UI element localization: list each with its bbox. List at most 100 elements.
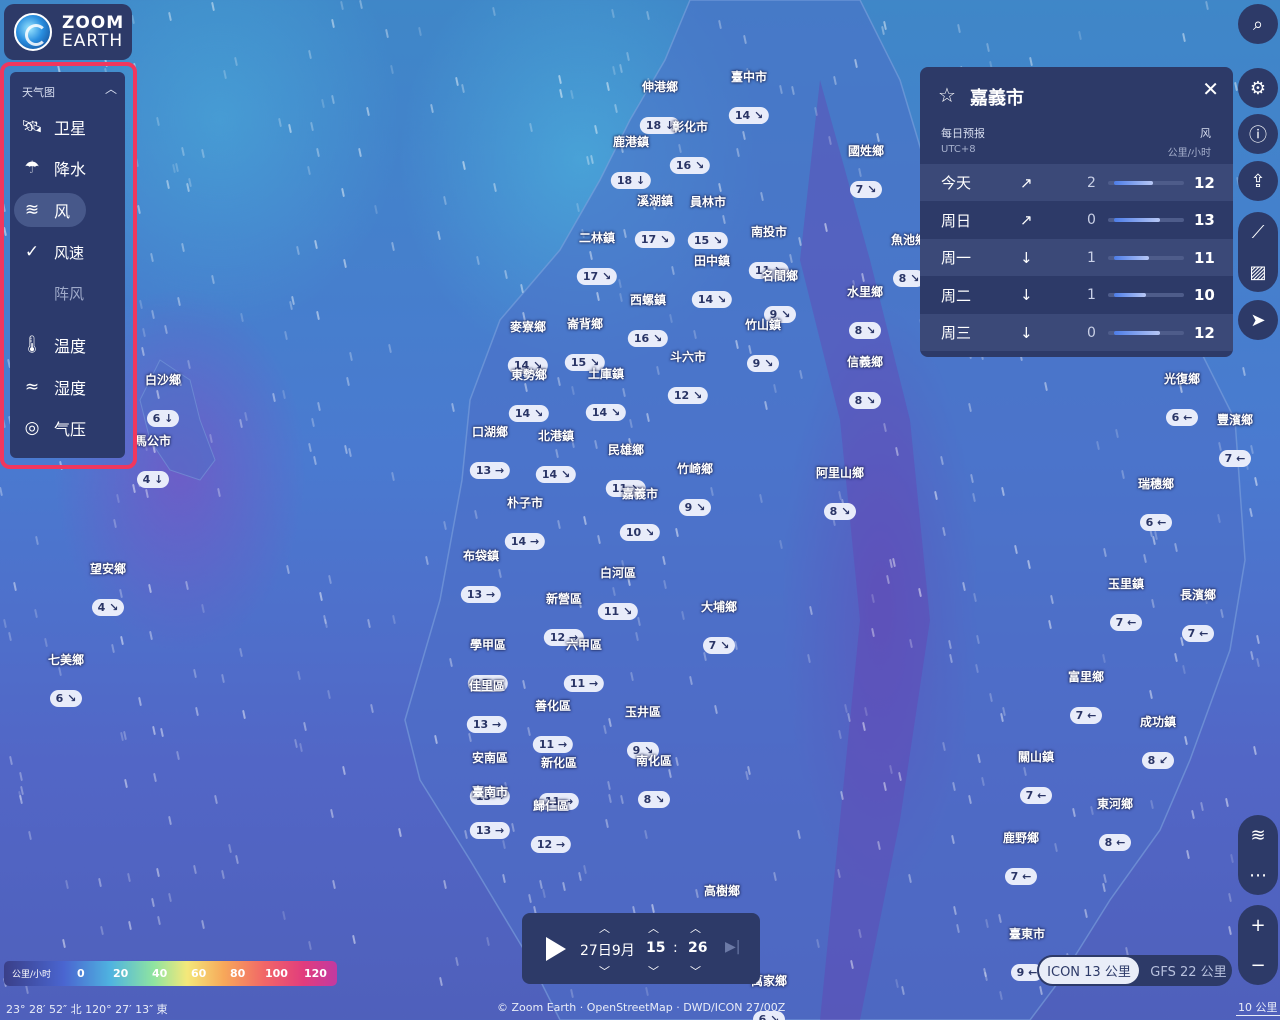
map-place-label[interactable]: 臺中市 14 ↘ <box>728 68 770 124</box>
map-place-label[interactable]: 崙背鄉 15 ↘ <box>564 315 606 371</box>
map-place-label[interactable]: 國姓鄉 7 ↘ <box>848 142 884 198</box>
zoom-earth-logo[interactable]: ZOOM EARTH <box>4 4 132 60</box>
wind-animation-button[interactable]: ≋ <box>1238 815 1278 855</box>
share-button[interactable]: ⇪ <box>1238 161 1278 201</box>
precipitation-icon: ☂ <box>24 158 40 178</box>
search-button[interactable]: ⌕ <box>1238 4 1278 44</box>
minute-value[interactable]: 26 <box>688 940 707 956</box>
forecast-row[interactable]: 今天 ↗ 2 12 <box>920 164 1233 201</box>
wind-speed-badge: 9 ↘ <box>678 499 712 516</box>
skip-forward-icon[interactable]: ▶| <box>725 939 740 955</box>
map-place-label[interactable]: 二林鎮 17 ↘ <box>576 229 618 285</box>
map-place-label[interactable]: 水里鄉 8 ↘ <box>847 283 883 339</box>
map-place-label[interactable]: 富里鄉 7 ← <box>1068 668 1104 724</box>
map-place-label[interactable]: 嘉義市 10 ↘ <box>619 485 661 541</box>
minute-down-chevron-icon[interactable]: ﹀ <box>690 963 701 979</box>
date-value[interactable]: 27日9月 <box>580 940 635 960</box>
hour-up-chevron-icon[interactable]: ︿ <box>648 920 659 936</box>
favorite-star-icon[interactable]: ☆ <box>938 83 956 107</box>
minute-up-chevron-icon[interactable]: ︿ <box>690 920 701 936</box>
map-place-label[interactable]: 土庫鎮 14 ↘ <box>585 365 627 421</box>
map-place-label[interactable]: 員林市 15 ↘ <box>687 193 729 249</box>
date-down-chevron-icon[interactable]: ﹀ <box>599 963 610 979</box>
map-place-label[interactable]: 東勢鄉 14 ↘ <box>508 366 550 422</box>
map-place-label[interactable]: 瑞穗鄉 6 ← <box>1138 475 1174 531</box>
zoom-out-button[interactable]: − <box>1238 945 1278 985</box>
zoom-in-button[interactable]: + <box>1238 905 1278 945</box>
place-name: 國姓鄉 <box>847 144 885 158</box>
forecast-range-fill <box>1114 218 1160 222</box>
map-place-label[interactable]: 臺南市 13 → <box>469 783 511 839</box>
map-place-label[interactable]: 望安鄉 4 ↘ <box>90 560 126 616</box>
locate-button[interactable]: ➤ <box>1238 300 1278 340</box>
forecast-range-bar <box>1108 218 1184 222</box>
map-place-label[interactable]: 歸仁區 12 → <box>530 797 572 853</box>
layer-precipitation[interactable]: ☂ 降水 <box>14 151 120 185</box>
map-place-label[interactable]: 西螺鎮 16 ↘ <box>627 291 669 347</box>
map-place-label[interactable]: 大埔鄉 7 ↘ <box>701 598 737 654</box>
map-place-label[interactable]: 六甲區 11 → <box>563 636 605 692</box>
map-place-label[interactable]: 阿里山鄉 8 ↘ <box>816 464 864 520</box>
collapse-chevron-icon[interactable]: ︿ <box>105 80 117 97</box>
forecast-row[interactable]: 周二 ↓ 1 10 <box>920 277 1233 314</box>
hour-down-chevron-icon[interactable]: ﹀ <box>648 963 659 979</box>
place-name: 竹崎鄉 <box>676 462 714 476</box>
map-place-label[interactable]: 善化區 11 → <box>532 697 574 753</box>
map-place-label[interactable]: 鹿野鄉 7 ← <box>1003 829 1039 885</box>
map-place-label[interactable]: 斗六市 12 ↘ <box>667 348 709 404</box>
wind-speed-badge: 4 ↘ <box>91 599 125 616</box>
map-place-label[interactable]: 朴子市 14 → <box>504 494 546 550</box>
map-place-label[interactable]: 彰化市 16 ↘ <box>669 118 711 174</box>
map-place-label[interactable]: 光復鄉 6 ← <box>1164 370 1200 426</box>
layer-humidity[interactable]: ≈ 湿度 <box>14 370 120 404</box>
hour-value[interactable]: 15 <box>646 940 665 956</box>
layer-wind[interactable]: ≋ 风 <box>14 193 86 227</box>
map-place-label[interactable]: 竹崎鄉 9 ↘ <box>677 460 713 516</box>
close-icon[interactable]: ✕ <box>1202 77 1219 101</box>
map-place-label[interactable]: 布袋鎮 13 → <box>460 547 502 603</box>
map-place-label[interactable]: 南化區 8 ↘ <box>636 752 672 808</box>
more-button[interactable]: ⋯ <box>1238 855 1278 895</box>
layer-satellite[interactable]: 🛰 卫星 <box>14 110 120 144</box>
map-place-label[interactable]: 玉井區 9 ↘ <box>625 703 661 759</box>
wind-speed-badge: 8 ↘ <box>848 392 882 409</box>
map-place-label[interactable]: 東河鄉 8 ← <box>1097 795 1133 851</box>
map-place-label[interactable]: 馬公市 4 ↓ <box>135 432 171 488</box>
map-place-label[interactable]: 白沙鄉 6 ↓ <box>145 371 181 427</box>
map-place-label[interactable]: 關山鎮 7 ← <box>1018 748 1054 804</box>
model-icon-option[interactable]: ICON 13 公里 <box>1039 957 1139 984</box>
layer-wind-speed[interactable]: ✓ 风速 <box>14 235 120 269</box>
map-place-label[interactable]: 名間鄉 9 ↘ <box>762 267 798 323</box>
map-place-label[interactable]: 北港鎮 14 ↘ <box>535 427 577 483</box>
layer-wind-gust[interactable]: 阵风 <box>14 276 120 310</box>
layer-label: 气压 <box>54 420 87 439</box>
map-place-label[interactable]: 白河區 11 ↘ <box>597 564 639 620</box>
map-attribution[interactable]: © Zoom Earth · OpenStreetMap · DWD/ICON … <box>497 1001 785 1014</box>
map-place-label[interactable]: 成功鎮 8 ↙ <box>1140 713 1176 769</box>
map-place-label[interactable]: 長濱鄉 7 ← <box>1180 586 1216 642</box>
date-up-chevron-icon[interactable]: ︿ <box>599 920 610 936</box>
play-button[interactable] <box>546 937 566 961</box>
map-place-label[interactable]: 玉里鎮 7 ← <box>1108 575 1144 631</box>
model-gfs-option[interactable]: GFS 22 公里 <box>1147 957 1230 984</box>
map-place-label[interactable]: 佳里區 13 → <box>466 677 508 733</box>
wind-speed-badge: 6 ← <box>1139 514 1173 531</box>
layer-pressure[interactable]: ◎ 气压 <box>14 411 120 445</box>
info-button[interactable]: ⓘ <box>1238 114 1278 154</box>
map-place-label[interactable]: 七美鄉 6 ↘ <box>48 651 84 707</box>
layer-temperature[interactable]: 🌡 温度 <box>14 328 120 362</box>
forecast-row[interactable]: 周三 ↓ 0 12 <box>920 314 1233 351</box>
measure-area-button[interactable]: ▨ <box>1238 252 1278 292</box>
settings-button[interactable]: ⚙ <box>1238 68 1278 108</box>
map-place-label[interactable]: 溪湖鎮 17 ↘ <box>634 192 676 248</box>
map-place-label[interactable]: 竹山鎮 9 ↘ <box>745 316 781 372</box>
thermometer-icon: 🌡 <box>21 335 43 355</box>
map-place-label[interactable]: 信義鄉 8 ↘ <box>847 353 883 409</box>
forecast-row[interactable]: 周一 ↓ 1 11 <box>920 239 1233 276</box>
measure-distance-button[interactable]: ⟋ <box>1238 212 1278 252</box>
map-place-label[interactable]: 豐濱鄉 7 ← <box>1217 411 1253 467</box>
map-place-label[interactable]: 鹿港鎮 18 ↓ <box>610 133 652 189</box>
forecast-row[interactable]: 周日 ↗ 0 13 <box>920 202 1233 239</box>
map-place-label[interactable]: 田中鎮 14 ↘ <box>691 252 733 308</box>
map-place-label[interactable]: 口湖鄉 13 → <box>469 423 511 479</box>
